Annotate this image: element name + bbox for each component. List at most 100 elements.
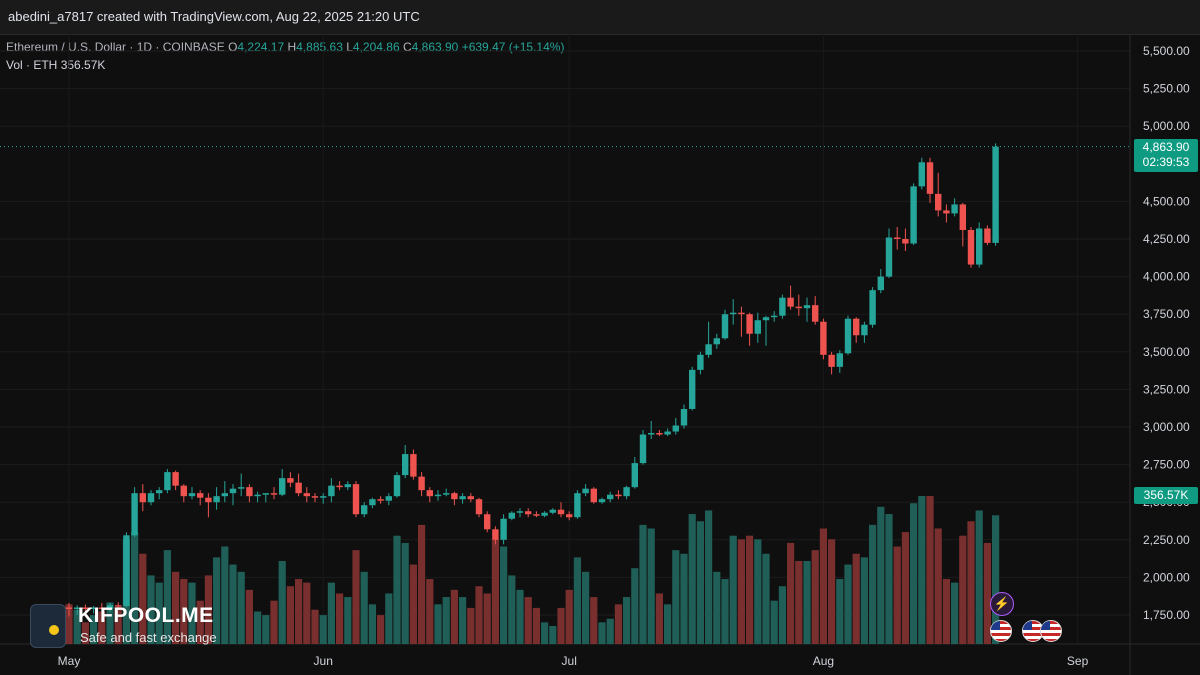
volume-bar [368, 604, 376, 644]
candle-body [254, 494, 261, 497]
candle-body [697, 354, 704, 370]
candle-body [992, 146, 999, 243]
last-price-tag: 4,863.90 02:39:53 [1134, 139, 1198, 172]
candle-body [172, 472, 179, 486]
volume-bar [606, 618, 614, 644]
volume-bar [770, 600, 778, 644]
volume-bar [631, 568, 639, 644]
volume-bar [352, 550, 360, 644]
candle-body [615, 494, 622, 497]
candle-body [205, 497, 212, 503]
candle-body [664, 431, 671, 435]
volume-bar [541, 622, 549, 644]
candle-body [492, 529, 499, 540]
candle-body [607, 494, 614, 500]
volume-bar [516, 589, 524, 644]
candle-body [894, 237, 901, 239]
volume-bar [860, 557, 868, 644]
volume-bar [385, 593, 393, 644]
candle-body [828, 354, 835, 367]
candle-body [131, 493, 138, 536]
candle-body [795, 306, 802, 309]
candle-body [287, 478, 294, 483]
candle-body [721, 314, 729, 339]
candle-body [328, 485, 335, 497]
candle-body [164, 472, 171, 491]
candle-body [541, 512, 548, 516]
y-tick-label: 5,500.00 [1143, 44, 1190, 58]
volume-bar [598, 622, 606, 644]
candle-body [336, 485, 343, 488]
volume-bar [295, 579, 303, 644]
volume-bar [639, 524, 647, 644]
volume-bar [688, 514, 696, 644]
candle-body [246, 487, 253, 497]
candle-body [648, 433, 655, 435]
volume-bar [573, 557, 581, 644]
volume-bar [713, 571, 721, 644]
x-tick-label: Jun [314, 654, 333, 668]
candle-body [238, 487, 245, 489]
candle-body [787, 297, 794, 307]
candlestick-chart[interactable]: 1,750.002,000.002,250.002,500.002,750.00… [0, 34, 1200, 675]
candle-body [188, 493, 196, 497]
y-tick-label: 4,250.00 [1143, 232, 1190, 246]
candle-body [320, 496, 327, 498]
volume-bar [303, 582, 311, 644]
volume-bar [778, 586, 786, 644]
candle-body [803, 305, 811, 309]
volume-bar [721, 579, 729, 644]
candle-body [951, 204, 958, 214]
candle-body [771, 315, 778, 318]
us-flag-icon[interactable] [990, 620, 1012, 642]
x-tick-label: Jul [562, 654, 577, 668]
volume-bar [852, 553, 860, 644]
volume-bar [705, 510, 713, 644]
candle-body [352, 484, 360, 515]
candle-body [434, 494, 442, 497]
candle-body [902, 239, 909, 244]
volume-bar [360, 571, 368, 644]
candle-body [410, 454, 417, 477]
volume-bar [442, 597, 450, 644]
chart-credit-bar: abedini_a7817 created with TradingView.c… [0, 0, 1200, 35]
candle-body [147, 493, 155, 503]
candle-body [812, 305, 819, 322]
y-tick-label: 4,500.00 [1143, 194, 1190, 208]
volume-bar [811, 550, 819, 644]
candle-body [295, 482, 302, 494]
volume-bar [942, 579, 950, 644]
volume-bar [647, 528, 655, 644]
candle-body [475, 499, 483, 515]
candle-body [279, 478, 286, 495]
candle-body [976, 228, 983, 265]
volume-bar [500, 546, 508, 644]
volume-bar [524, 597, 532, 644]
volume-bar [655, 593, 663, 644]
candle-body [557, 509, 565, 515]
candle-body [566, 514, 573, 518]
volume-bar [336, 593, 344, 644]
volume-bar [393, 535, 401, 644]
candle-body [590, 488, 597, 503]
volume-bar [680, 553, 688, 644]
volume-bar [418, 524, 426, 644]
candle-body [656, 433, 663, 435]
volume-bar [885, 514, 893, 644]
candle-body [393, 475, 401, 497]
flash-event-icon[interactable]: ⚡ [990, 592, 1014, 616]
y-tick-label: 2,250.00 [1143, 533, 1190, 547]
candle-body [467, 496, 474, 500]
candle-body [426, 490, 433, 497]
watermark-title: KIFPOOL.ME [78, 604, 214, 627]
candle-body [156, 490, 163, 494]
volume-bar [910, 503, 918, 644]
candle-body [730, 312, 737, 315]
volume-bar [696, 521, 704, 644]
volume-bar [508, 575, 516, 644]
us-flag-icon[interactable] [1040, 620, 1062, 642]
candle-body [967, 229, 975, 265]
y-tick-label: 3,750.00 [1143, 307, 1190, 321]
volume-bar [450, 589, 458, 644]
volume-bar [729, 535, 737, 644]
